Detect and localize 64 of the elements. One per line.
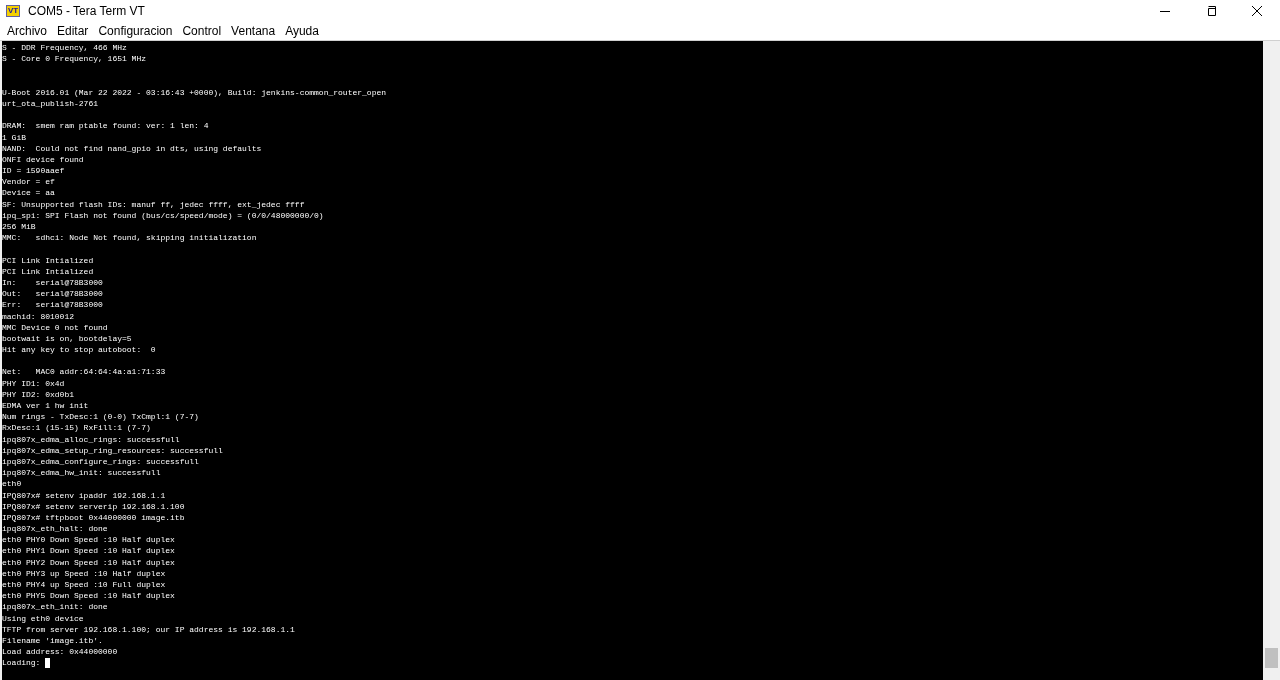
terminal-line: Load address: 0x44000000	[2, 646, 118, 658]
terminal-line: SF: Unsupported flash IDs: manuf ff, jedec ffff, ext_jedec ffff	[2, 198, 305, 210]
terminal-line: Hit any key to stop autoboot: 0	[2, 344, 156, 356]
terminal-line: ONFI device found	[2, 153, 84, 166]
terminal-line: PHY ID2: 0xd0b1	[2, 388, 74, 400]
terminal-line: ipq807x_eth_halt: done	[2, 523, 108, 535]
terminal-line: EDMA ver 1 hw init	[2, 400, 89, 412]
terminal-line: IPQ807x# setenv ipaddr 192.168.1.1	[2, 489, 166, 501]
terminal-line: U-Boot 2016.01 (Mar 22 2022 - 03:16:43 +0000), Build: jenkins-common_router_open	[2, 86, 387, 98]
terminal-line: Using eth0 device	[2, 612, 84, 624]
menu-item[interactable]: Archivo	[0, 22, 52, 40]
terminal-line: MMC: sdhci: Node Not found, skipping initialization	[2, 232, 257, 244]
terminal-line: Net: MAC0 addr:64:64:4a:a1:71:33	[2, 366, 166, 378]
terminal-line: ipq807x_edma_setup_ring_resources: successfull	[2, 444, 223, 456]
terminal-line: 256 MiB	[2, 221, 36, 233]
menu-item[interactable]: Editar	[52, 22, 94, 40]
close-icon	[1252, 6, 1262, 16]
terminal-line: ipq807x_eth_init: done	[2, 601, 108, 613]
terminal-line: eth0 PHY4 up Speed :10 Full duplex	[2, 579, 166, 591]
terminal-line: machid: 8010012	[2, 310, 74, 322]
minimize-icon	[1160, 10, 1170, 12]
scrollbar[interactable]	[1263, 41, 1280, 680]
terminal-line: IPQ807x# tftpboot 0x44000000 image.itb	[2, 511, 185, 524]
terminal-line: TFTP from server 192.168.1.100; our IP address is 192.168.1.1	[2, 623, 295, 635]
terminal-line: ipq_spi: SPI Flash not found (bus/cs/speed/mode) = (0/0/48000000/0)	[2, 209, 324, 221]
terminal-line: MMC Device 0 not found	[2, 321, 108, 333]
terminal-line: DRAM: smem ram ptable found: ver: 1 len: 4	[2, 120, 209, 132]
terminal-line: IPQ807x# setenv serverip 192.168.1.100	[2, 500, 185, 512]
window-title: COM5 - Tera Term VT	[28, 3, 145, 20]
terminal-line: 1 GiB	[2, 131, 26, 143]
menu-item[interactable]: Ayuda	[280, 22, 324, 40]
terminal-line: RxDesc:1 (15-15) RxFill:1 (7-7)	[2, 422, 151, 434]
terminal-line: eth0 PHY5 Down Speed :10 Half duplex	[2, 590, 175, 602]
terminal-line: eth0 PHY0 Down Speed :10 Half duplex	[2, 534, 175, 546]
terminal-line: S - DDR Frequency, 466 MHz	[2, 42, 127, 54]
terminal-line: eth0 PHY3 up Speed :10 Half duplex	[2, 567, 166, 579]
terminal-line: eth0 PHY2 Down Speed :10 Half duplex	[2, 556, 175, 568]
terminal-line: In: serial@78B3000	[2, 276, 103, 289]
terminal-line: PHY ID1: 0x4d	[2, 377, 65, 389]
terminal-line: ID = 1590aaef	[2, 165, 65, 177]
terminal-line: PCI Link Intialized	[2, 265, 94, 277]
terminal-line: Out: serial@78B3000	[2, 288, 103, 300]
terminal-line: eth0 PHY1 Down Speed :10 Half duplex	[2, 545, 175, 557]
terminal-line: ipq807x_edma_hw_init: successfull	[2, 467, 161, 479]
terminal-line: Err: serial@78B3000	[2, 299, 103, 311]
terminal-line: eth0	[2, 478, 22, 490]
terminal-line: ipq807x_edma_configure_rings: successfull	[2, 455, 199, 468]
terminal-line: NAND: Could not find nand_gpio in dts, using defaults	[2, 142, 262, 154]
scrollbar-thumb[interactable]	[1265, 648, 1278, 668]
terminal-line: urt_ota_publish-2761	[2, 97, 98, 110]
restore-icon	[1206, 6, 1216, 16]
terminal-line: bootwait is on, bootdelay=5	[2, 332, 132, 345]
app-icon: VT	[6, 5, 20, 17]
menu-item[interactable]: Configuracion	[93, 22, 178, 40]
terminal-line: PCI Link Intialized	[2, 254, 94, 266]
menu-item[interactable]: Control	[177, 22, 227, 40]
terminal-line: Loading:	[2, 657, 41, 669]
terminal-line: Device = aa	[2, 187, 55, 199]
terminal-line: ipq807x_edma_alloc_rings: successfull	[2, 433, 180, 445]
terminal-line: Vendor = ef	[2, 176, 55, 188]
terminal-line: Filename 'image.itb'.	[2, 634, 103, 647]
terminal-line: S - Core 0 Frequency, 1651 MHz	[2, 53, 147, 65]
terminal-line: Num rings - TxDesc:1 (0-0) TxCmpl:1 (7-7)	[2, 411, 199, 423]
menu-item[interactable]: Ventana	[226, 22, 281, 40]
